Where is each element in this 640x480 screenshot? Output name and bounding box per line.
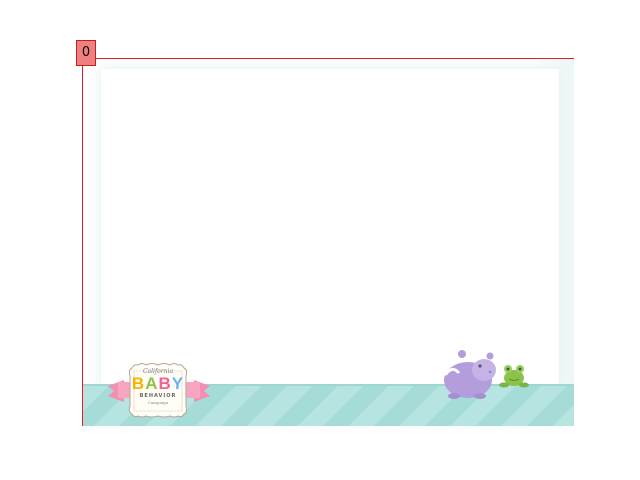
mascot-group <box>440 348 532 402</box>
blank-content-area <box>101 69 559 387</box>
logo-letter: A <box>145 374 159 393</box>
baby-behavior-logo[interactable]: California BABY BEHAVIOR Campaign <box>108 362 210 418</box>
logo-letter: Y <box>171 374 185 393</box>
logo-letter: B <box>158 374 172 393</box>
logo-sub-line: BEHAVIOR <box>139 393 177 399</box>
frog-icon <box>499 365 529 388</box>
logo-tag-line: Campaign <box>147 400 169 405</box>
hippo-icon <box>444 350 496 399</box>
element-index-badge: 0 <box>76 40 96 66</box>
logo-main-word: BABY <box>130 375 186 392</box>
logo-letter: B <box>131 374 146 393</box>
page-stage: 0 California BABY BEHAVIOR Campaign <box>0 0 640 480</box>
